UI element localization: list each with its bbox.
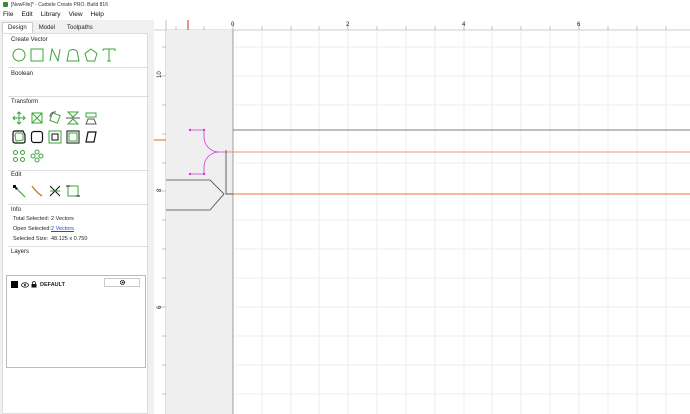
open-selected-label: Open Selected: (13, 226, 51, 232)
boolean-heading: Boolean (11, 71, 34, 77)
tab-design[interactable]: Design (2, 22, 33, 33)
layer-color-swatch[interactable] (11, 281, 18, 288)
smooth-tool-icon[interactable] (29, 183, 45, 199)
gear-icon (119, 279, 125, 286)
join-tool-icon[interactable] (65, 183, 81, 199)
menu-help[interactable]: Help (91, 11, 104, 18)
divider (8, 246, 149, 247)
layers-list: DEFAULT (6, 275, 146, 368)
fillet-tool-icon[interactable] (29, 129, 45, 145)
menu-bar: File Edit Library View Help (0, 9, 690, 20)
design-canvas[interactable]: 0 2 4 6 10 8 6 (154, 20, 690, 414)
layers-heading: Layers (11, 249, 30, 255)
left-panel: Design Model Toolpaths Create Vector Boo… (0, 20, 150, 414)
open-selected-link[interactable]: 2 Vectors (51, 226, 74, 232)
circular-array-icon[interactable] (11, 148, 27, 164)
eye-icon[interactable] (21, 281, 29, 288)
layer-settings-button[interactable] (104, 278, 140, 287)
layer-name: DEFAULT (40, 281, 65, 288)
divider (8, 170, 149, 171)
divider (8, 67, 149, 68)
polyline-tool-icon[interactable] (47, 47, 63, 63)
selected-size-label: Selected Size: (13, 236, 49, 242)
grid-array-icon[interactable] (29, 148, 45, 164)
layer-row[interactable]: DEFAULT (11, 280, 65, 289)
title-bar: [NewFile]* - Carbide Create PRO. Build 8… (0, 0, 690, 9)
offset-tool-icon[interactable] (11, 129, 27, 145)
outline-tool-icon[interactable] (65, 129, 81, 145)
menu-view[interactable]: View (69, 11, 83, 18)
polygon-tool-icon[interactable] (83, 47, 99, 63)
curve-tool-icon[interactable] (65, 47, 81, 63)
text-tool-icon[interactable] (101, 47, 117, 63)
menu-library[interactable]: Library (41, 11, 61, 18)
divider (8, 204, 149, 205)
info-selected-size: Selected Size: 48.125 x 0.750 (13, 236, 87, 242)
move-tool-icon[interactable] (11, 110, 27, 126)
info-heading: Info (11, 207, 22, 213)
canvas-grid (233, 30, 690, 414)
menu-file[interactable]: File (3, 11, 13, 18)
total-selected-label: Total Selected: (13, 216, 50, 222)
align-tool-icon[interactable] (83, 110, 99, 126)
app-icon (3, 2, 8, 7)
menu-edit[interactable]: Edit (21, 11, 32, 18)
tab-model[interactable]: Model (33, 22, 61, 33)
scale-tool-icon[interactable] (29, 110, 45, 126)
window-title: [NewFile]* - Carbide Create PRO. Build 8… (11, 1, 108, 8)
selected-size-value: 48.125 x 0.750 (51, 236, 88, 242)
create-vector-heading: Create Vector (11, 37, 48, 43)
edit-heading: Edit (11, 172, 22, 178)
info-open-selected: Open Selected: 2 Vectors (13, 226, 74, 232)
left-ruler (154, 20, 166, 414)
total-selected-value: 2 Vectors (51, 216, 74, 222)
rectangle-tool-icon[interactable] (29, 47, 45, 63)
transform-heading: Transform (11, 99, 39, 105)
divider (8, 96, 149, 97)
outside-stock-area (166, 30, 233, 414)
trim-tool-icon[interactable] (47, 183, 63, 199)
chamfer-tool-icon[interactable] (83, 129, 99, 145)
circle-tool-icon[interactable] (11, 47, 27, 63)
inset-tool-icon[interactable] (47, 129, 63, 145)
node-edit-tool-icon[interactable] (11, 183, 27, 199)
mirror-tool-icon[interactable] (65, 110, 81, 126)
rotate-tool-icon[interactable] (47, 110, 63, 126)
lock-icon[interactable] (31, 281, 37, 288)
info-total-selected: Total Selected: 2 Vectors (13, 216, 74, 222)
top-ruler (154, 20, 690, 30)
tab-toolpaths[interactable]: Toolpaths (61, 22, 99, 33)
y-tick-10: 10 (157, 71, 163, 78)
panel-tabs: Design Model Toolpaths (2, 22, 99, 33)
